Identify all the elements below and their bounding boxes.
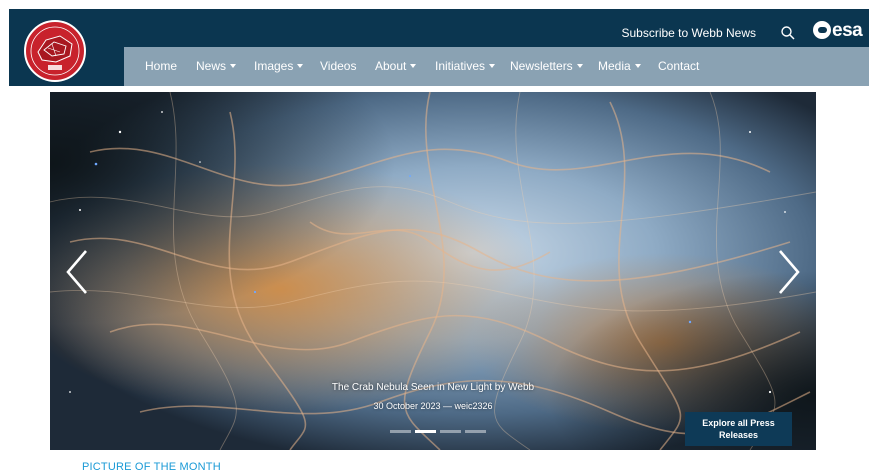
nav-item-label: Images (254, 59, 294, 73)
webb-logo-icon (30, 26, 80, 76)
nav-item-label: News (196, 59, 227, 73)
nav-item-label: Contact (658, 59, 700, 73)
nav-item-label: Initiatives (435, 59, 486, 73)
carousel-indicator[interactable] (390, 430, 411, 433)
nav-item-label: About (375, 59, 407, 73)
caret-down-icon (230, 64, 237, 68)
nav-item-about[interactable]: About (375, 59, 417, 73)
esa-logo[interactable]: esa (813, 20, 863, 42)
carousel-indicator[interactable] (465, 430, 486, 433)
nav-item-label: Newsletters (510, 59, 573, 73)
esa-logo-text: esa (832, 20, 863, 41)
carousel-indicator-active[interactable] (415, 430, 436, 433)
nav-item-label: Videos (320, 59, 357, 73)
nav-item-initiatives[interactable]: Initiatives (435, 59, 496, 73)
main-navigation: Home News Images Videos About Initiative… (124, 47, 869, 86)
nav-item-images[interactable]: Images (254, 59, 304, 73)
webb-mission-logo[interactable] (24, 20, 86, 82)
nav-item-videos[interactable]: Videos (320, 59, 356, 73)
explore-press-releases-button[interactable]: Explore all Press Releases (685, 412, 792, 446)
nav-item-newsletters[interactable]: Newsletters (510, 59, 583, 73)
caret-down-icon (489, 64, 496, 68)
crab-nebula-image (50, 92, 816, 450)
chevron-left-icon[interactable] (64, 248, 90, 296)
hero-carousel[interactable]: The Crab Nebula Seen in New Light by Web… (50, 92, 816, 450)
nav-item-label: Home (145, 59, 178, 73)
chevron-right-icon[interactable] (776, 248, 802, 296)
subscribe-link[interactable]: Subscribe to Webb News (621, 26, 756, 40)
search-icon[interactable] (780, 25, 796, 41)
carousel-indicator[interactable] (440, 430, 461, 433)
nav-item-media[interactable]: Media (598, 59, 641, 73)
nav-item-label: Media (598, 59, 631, 73)
caret-down-icon (410, 64, 417, 68)
slide-caption-meta: 30 October 2023 — weic2326 (373, 401, 493, 411)
slide-caption-title[interactable]: The Crab Nebula Seen in New Light by Web… (50, 382, 816, 393)
caret-down-icon (576, 64, 583, 68)
section-heading-picture-of-the-month: PICTURE OF THE MONTH (82, 461, 221, 473)
caret-down-icon (634, 64, 641, 68)
nav-item-news[interactable]: News (196, 59, 237, 73)
caret-down-icon (297, 64, 304, 68)
esa-mark-icon (813, 21, 831, 39)
nav-item-contact[interactable]: Contact (658, 59, 699, 73)
nav-item-home[interactable]: Home (145, 59, 177, 73)
